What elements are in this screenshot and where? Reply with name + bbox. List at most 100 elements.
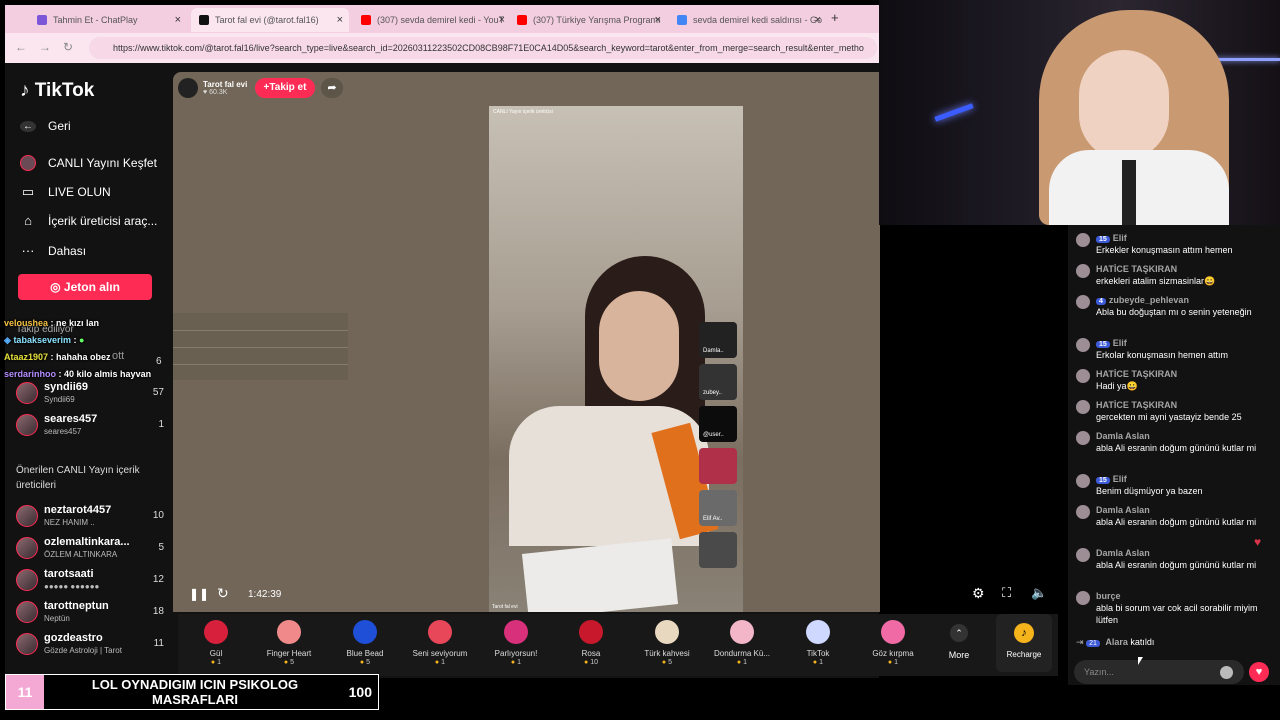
coin-icon: ◎ <box>50 280 61 294</box>
tab-title: sevda demirel kedi saldırısı - Go <box>693 15 823 25</box>
chat-input[interactable]: Yazın... <box>1074 660 1244 684</box>
follow-button[interactable]: +Takip et <box>255 78 315 98</box>
sidebar-item-back[interactable]: ← Geri <box>20 119 71 133</box>
join-text: katıldı <box>1130 637 1155 647</box>
gift-item[interactable]: Parlıyorsun!1 <box>478 614 554 676</box>
recharge-button[interactable]: ♪ Recharge <box>996 614 1052 672</box>
settings-icon[interactable]: ⚙ <box>972 585 985 602</box>
share-icon[interactable]: ➦ <box>321 78 343 98</box>
overlay-chat-text: : <box>73 335 77 345</box>
chat-text: Erkekler konuşmasın attım hemen <box>1096 245 1233 255</box>
shine-gift-icon <box>504 620 528 644</box>
sidebar-account[interactable]: tarotsaati ●●●●● ●●●●●● 12 <box>14 568 170 598</box>
avatar <box>16 382 38 404</box>
sidebar-account[interactable]: tarottneptun Neptün 18 <box>14 600 170 630</box>
emoji-icon[interactable] <box>1220 666 1233 679</box>
new-tab-icon[interactable]: + <box>831 10 839 25</box>
sidebar-account[interactable]: neztarot4457 NEZ HANIM .. 10 <box>14 504 170 534</box>
sidebar-account[interactable]: syndii69 Syndii69 57 <box>14 381 170 411</box>
video-caption-top: CANLI Yayın içerik üreticisi <box>493 109 553 115</box>
sidebar-item-go-live[interactable]: ▭ LIVE OLUN <box>20 184 111 200</box>
guest-tile[interactable] <box>699 448 737 484</box>
browser-tab[interactable]: sevda demirel kedi saldırısı - Go × <box>669 8 827 32</box>
chat-username[interactable]: Elif <box>1113 233 1127 243</box>
reload-icon[interactable]: ↻ <box>63 40 73 54</box>
streamer-shirt <box>1049 150 1229 225</box>
close-tab-icon[interactable]: × <box>815 14 821 26</box>
fullscreen-icon[interactable]: ⛶ <box>1002 585 1011 601</box>
guest-tile[interactable]: zubey.. <box>699 364 737 400</box>
refresh-icon[interactable]: ↻ <box>217 585 229 602</box>
close-tab-icon[interactable]: × <box>499 14 505 26</box>
gift-item[interactable]: Türk kahvesi5 <box>629 614 705 676</box>
avatar <box>16 633 38 655</box>
chat-username[interactable]: Alara <box>1105 637 1128 647</box>
sidebar-account[interactable]: gozdeastro Gözde Astroloji | Tarot 11 <box>14 632 170 662</box>
chat-username[interactable]: Damla Aslan <box>1096 431 1150 441</box>
chat-username[interactable]: burçe <box>1096 591 1121 601</box>
url-field[interactable]: https://www.tiktok.com/@tarot.fal16/live… <box>89 37 877 59</box>
chat-username[interactable]: Damla Aslan <box>1096 505 1150 515</box>
recommended-section-title: Önerilen CANLI Yayın içerik üreticileri <box>16 465 140 491</box>
sidebar-account[interactable]: seares457 seares457 1 <box>14 413 170 443</box>
close-tab-icon[interactable]: × <box>655 14 661 26</box>
live-avatar-icon <box>20 155 36 171</box>
sidebar-account[interactable]: ozlemaltinkara... ÖZLEM ALTINKARA 5 <box>14 536 170 566</box>
gift-item[interactable]: Gül1 <box>178 614 254 676</box>
pause-icon[interactable]: ❚❚ <box>189 587 209 601</box>
forward-icon[interactable]: → <box>39 40 51 54</box>
chat-username[interactable]: HATİCE TAŞKIRAN <box>1096 400 1177 410</box>
gift-item[interactable]: Finger Heart5 <box>251 614 327 676</box>
guest-tile[interactable] <box>699 532 737 568</box>
gift-item[interactable]: Dondurma Kü...1 <box>704 614 780 676</box>
volume-icon[interactable]: 🔈 <box>1031 585 1047 601</box>
guest-tile[interactable]: Elif Av.. <box>699 490 737 526</box>
overlay-chat-text: : 40 kilo almis hayvan <box>58 369 152 379</box>
host-info[interactable]: Tarot fal evi ♥ 60.3K <box>178 76 247 100</box>
guest-tile[interactable]: @user.. <box>699 406 737 442</box>
gift-price: 1 <box>704 659 780 666</box>
close-tab-icon[interactable]: × <box>337 14 343 26</box>
more-gifts-button[interactable]: ⌃ More <box>938 624 980 670</box>
chat-username[interactable]: HATİCE TAŞKIRAN <box>1096 264 1177 274</box>
gift-name: Blue Bead <box>346 649 384 658</box>
chat-username[interactable]: Elif <box>1113 474 1127 484</box>
gift-name: Türk kahvesi <box>644 649 690 658</box>
browser-tab[interactable]: (307) Türkiye Yarışma Programı × <box>509 8 667 32</box>
chat-text: Benim düşmüyor ya bazen <box>1096 486 1203 496</box>
gift-item[interactable]: Rosa10 <box>553 614 629 676</box>
guest-name: @user.. <box>703 432 724 438</box>
level-badge: 15 <box>1096 236 1110 243</box>
avatar <box>1076 591 1090 605</box>
gift-item[interactable]: Göz kırpma1 <box>855 614 931 676</box>
guest-tile[interactable]: Damla.. <box>699 322 737 358</box>
tab-favicon-icon <box>517 15 527 25</box>
chat-text: Abla bu doğuştan mı o senin yeteneğin <box>1096 307 1252 317</box>
overlay-chat-line: ◈ tabakseverim : ● <box>4 335 84 346</box>
overlay-chat-user: serdarinhoo <box>4 369 57 379</box>
like-heart-button[interactable]: ♥ <box>1249 662 1269 682</box>
browser-tab[interactable]: (307) sevda demirel kedi - YouT × <box>353 8 511 32</box>
coffee-gift-icon <box>655 620 679 644</box>
gift-price: 1 <box>478 659 554 666</box>
tiktok-logo[interactable]: ♪ TikTok <box>20 80 94 102</box>
back-icon[interactable]: ← <box>15 40 27 54</box>
browser-tab-active[interactable]: Tarot fal evi (@tarot.fal16) × <box>191 8 349 32</box>
gift-name: Rosa <box>581 649 601 658</box>
love-gift-icon <box>428 620 452 644</box>
chevron-up-icon: ⌃ <box>950 624 968 642</box>
sidebar-item-explore-live[interactable]: CANLI Yayını Keşfet <box>20 155 157 171</box>
get-coins-button[interactable]: ◎ Jeton alın <box>18 274 152 300</box>
gift-item[interactable]: Blue Bead5 <box>327 614 403 676</box>
browser-tab[interactable]: Tahmin Et - ChatPlay × <box>29 8 187 32</box>
sidebar-item-more[interactable]: ··· Dahası <box>20 243 87 258</box>
account-name: tarotsaati <box>44 568 94 580</box>
sidebar-item-creator-tools[interactable]: ⌂ İçerik üreticisi araç... <box>20 213 157 228</box>
gift-item[interactable]: Seni seviyorum1 <box>402 614 478 676</box>
chat-username[interactable]: HATİCE TAŞKIRAN <box>1096 369 1177 379</box>
close-tab-icon[interactable]: × <box>175 14 181 26</box>
chat-username[interactable]: Elif <box>1113 338 1127 348</box>
chat-username[interactable]: Damla Aslan <box>1096 548 1150 558</box>
chat-username[interactable]: zubeyde_pehlevan <box>1109 295 1189 305</box>
gift-item[interactable]: TikTok1 <box>780 614 856 676</box>
